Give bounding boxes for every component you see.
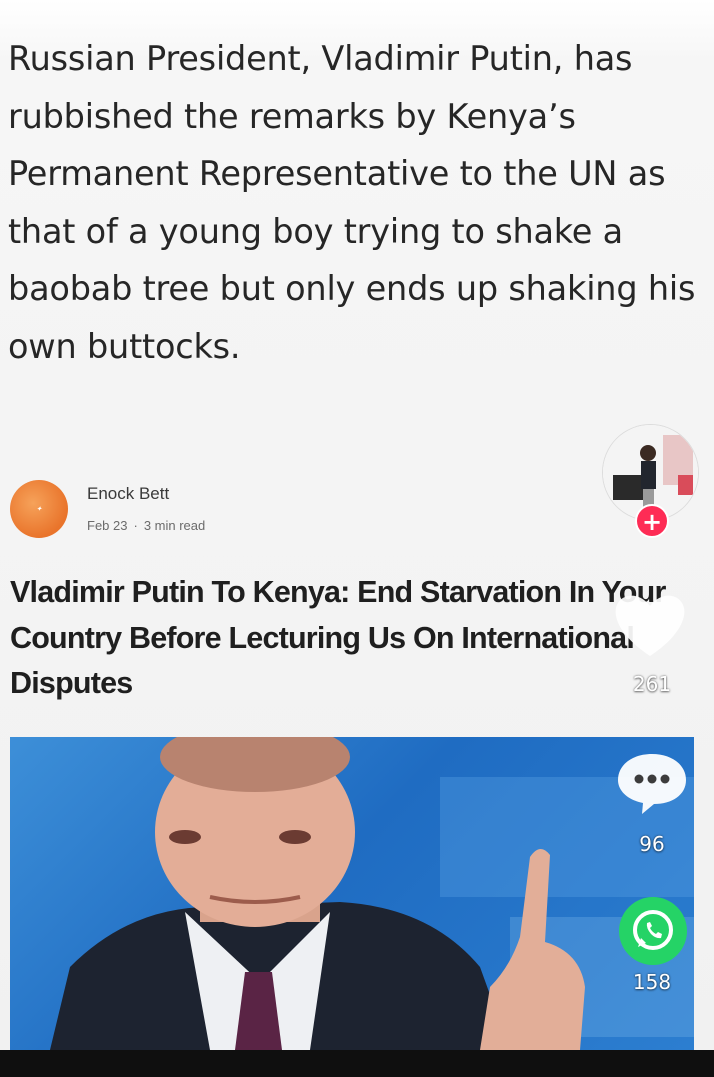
meta-separator: · xyxy=(133,518,138,533)
whatsapp-icon xyxy=(619,897,687,965)
bottom-bar xyxy=(0,1050,714,1077)
like-count: 261 xyxy=(632,672,672,696)
article-headline: Vladimir Putin To Kenya: End Starvation … xyxy=(10,575,666,700)
comment-bubble-icon xyxy=(618,754,686,814)
video-frame[interactable]: Russian President, Vladimir Putin, has r… xyxy=(0,0,714,1050)
comment-count: 96 xyxy=(639,832,665,856)
putin-photo xyxy=(10,737,694,1050)
follow-button[interactable]: + xyxy=(635,504,669,538)
author-row: ✦ Enock Bett Feb 23 · 3 min read xyxy=(10,478,410,538)
like-button[interactable] xyxy=(610,588,690,660)
quote-text: Russian President, Vladimir Putin, has r… xyxy=(8,39,696,366)
author-meta: Feb 23 · 3 min read xyxy=(87,518,205,533)
read-time: 3 min read xyxy=(143,518,206,533)
share-count: 158 xyxy=(632,970,672,994)
heart-icon xyxy=(615,595,685,656)
post-date: Feb 23 xyxy=(87,518,128,533)
share-button[interactable] xyxy=(618,896,688,966)
publication-logo-icon: ✦ xyxy=(10,480,68,538)
comment-button[interactable] xyxy=(612,750,692,816)
author-name: Enock Bett xyxy=(87,484,170,503)
